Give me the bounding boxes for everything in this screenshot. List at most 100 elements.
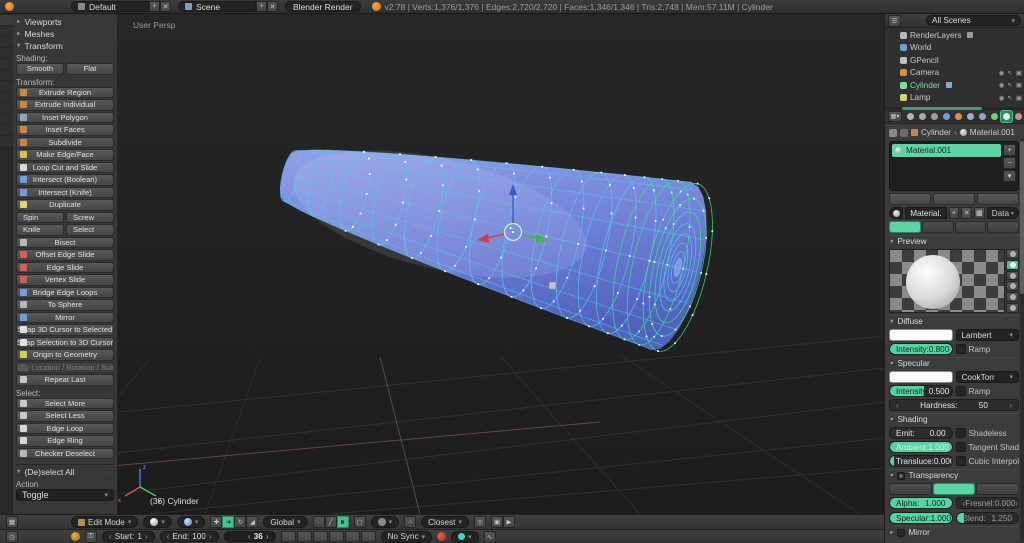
- lock-icon[interactable]: ⚿: [85, 530, 97, 543]
- properties-scrollbar[interactable]: [1020, 139, 1024, 541]
- panel-viewports[interactable]: Viewports: [16, 16, 114, 28]
- specular-shader-dropdown[interactable]: CookTorr: [955, 371, 1019, 383]
- alpha-slider[interactable]: Alpha: 1.000: [889, 497, 953, 509]
- outliner-item-lamp[interactable]: Lamp ◉ ↖ ▣: [887, 92, 1022, 105]
- tool-make-edge-face[interactable]: Make Edge/Face: [16, 149, 114, 161]
- tool-select-less[interactable]: Select Less: [16, 410, 114, 422]
- material-slot-item[interactable]: Material.001: [892, 144, 1001, 157]
- render-engine-dropdown[interactable]: Blender Render: [285, 1, 361, 12]
- tool-apply-transforms[interactable]: Apply Location / Rotation / Scale: [16, 361, 114, 373]
- material-browse-dropdown[interactable]: [889, 207, 904, 219]
- shelf-tab-options[interactable]: [0, 48, 13, 58]
- outliner-item-renderlayers[interactable]: RenderLayers ◉↖▣: [887, 29, 1022, 42]
- end-frame-field[interactable]: End:100: [159, 531, 219, 542]
- play-reverse-button[interactable]: [312, 531, 328, 542]
- tool-extrude-individual[interactable]: Extrude Individual: [16, 99, 114, 111]
- manipulator-translate-button[interactable]: ➜: [222, 516, 235, 528]
- tool-snap-selection-to-cursor[interactable]: Snap Selection to 3D Cursor: [16, 336, 114, 348]
- shelf-tab-import-export[interactable]: [0, 114, 13, 124]
- props-tab-material[interactable]: [1000, 110, 1013, 123]
- transparency-tab-mask[interactable]: [889, 483, 932, 495]
- tool-extrude-region[interactable]: Extrude Region: [16, 86, 114, 98]
- shelf-tab-measureit[interactable]: [0, 70, 13, 80]
- current-frame-field[interactable]: 36: [223, 531, 276, 542]
- outliner-item-gpencil[interactable]: GPencil ◉↖▣: [887, 54, 1022, 67]
- props-tab-scene[interactable]: [929, 111, 940, 122]
- opengl-render-button[interactable]: ▣: [490, 516, 503, 528]
- preview-world-button[interactable]: [1006, 303, 1019, 313]
- shelf-tab-animation[interactable]: [0, 103, 13, 113]
- fresnel-field[interactable]: Fresnel:0.000: [955, 497, 1019, 509]
- tool-offset-edge-slide[interactable]: Offset Edge Slide: [16, 249, 114, 261]
- props-tab-modifiers[interactable]: [977, 111, 988, 122]
- mode-dropdown[interactable]: Edit Mode: [71, 516, 139, 528]
- cylinder-mesh-object[interactable]: [276, 126, 726, 358]
- edge-select-button[interactable]: ╱: [324, 516, 337, 528]
- tool-select[interactable]: Select: [66, 224, 114, 236]
- specular-intensity-slider[interactable]: Intensity: 0.500: [889, 385, 953, 397]
- tool-edge-ring[interactable]: Edge Ring: [16, 435, 114, 447]
- shading-slider[interactable]: Ambient: 1.000: [889, 441, 953, 453]
- type-tab-halo[interactable]: [987, 221, 1019, 233]
- panel-transform-header[interactable]: Transform: [16, 40, 114, 52]
- occlude-geometry-button[interactable]: ▢: [353, 516, 366, 528]
- props-tab-object[interactable]: [953, 111, 964, 122]
- delete-layout-button[interactable]: ✕: [160, 1, 171, 12]
- keyframe-type-icon[interactable]: ∿: [483, 530, 496, 543]
- snap-target-button[interactable]: ◎: [473, 516, 486, 528]
- prev-keyframe-button[interactable]: [296, 531, 312, 542]
- delete-scene-button[interactable]: ✕: [267, 1, 278, 12]
- transparency-enable-checkbox[interactable]: [897, 471, 906, 480]
- tool-bisect[interactable]: Bisect: [16, 236, 114, 248]
- shading-panel-header[interactable]: Shading: [889, 413, 1019, 425]
- type-tab-volume[interactable]: [954, 221, 987, 233]
- tool-inset-faces[interactable]: Inset Faces: [16, 124, 114, 136]
- add-layout-button[interactable]: +: [149, 1, 160, 12]
- fake-user-button[interactable]: ▩: [974, 207, 985, 219]
- record-button[interactable]: [437, 532, 447, 541]
- tool-screw[interactable]: Screw: [66, 211, 114, 223]
- deselect-button[interactable]: [977, 193, 1019, 205]
- orientation-dropdown[interactable]: Global: [263, 516, 308, 528]
- tool-inset-polygon[interactable]: Inset Polygon: [16, 111, 114, 123]
- shelf-tab-oscurart-tools[interactable]: [0, 125, 13, 135]
- viewport-shading-dropdown[interactable]: [143, 516, 172, 528]
- unlink-material-button[interactable]: ✕: [961, 207, 972, 219]
- restriction-toggles[interactable]: ◉ ↖ ▣: [999, 69, 1022, 77]
- properties-editor-type-dropdown[interactable]: ▦▾: [888, 111, 902, 122]
- manipulator-rotate-button[interactable]: ↻: [234, 516, 247, 528]
- tool-knife[interactable]: Knife: [16, 224, 64, 236]
- props-tab-world[interactable]: [941, 111, 952, 122]
- specular-color-swatch[interactable]: [889, 371, 953, 383]
- tool-select-more[interactable]: Select More: [16, 397, 114, 409]
- pin-icon[interactable]: [889, 128, 897, 137]
- breadcrumb-object[interactable]: Cylinder: [911, 128, 951, 137]
- outliner-scrollbar[interactable]: [885, 107, 1024, 110]
- snap-element-dropdown[interactable]: Closest: [421, 516, 469, 528]
- tool-edge-slide[interactable]: Edge Slide: [16, 261, 114, 273]
- manipulator-axis-icon[interactable]: ✚: [210, 516, 223, 528]
- outliner-item-cylinder[interactable]: Cylinder ◉ ↖ ▣: [887, 79, 1022, 92]
- transparency-tab-raytrace[interactable]: [976, 483, 1020, 495]
- selected-face-handle[interactable]: [548, 281, 557, 290]
- tool-intersect-knife[interactable]: Intersect (Knife): [16, 186, 114, 198]
- type-tab-wire[interactable]: [921, 221, 954, 233]
- shelf-tab-shading-uv[interactable]: [0, 37, 13, 47]
- outliner-item-camera[interactable]: Camera ◉ ↖ ▣: [887, 67, 1022, 80]
- add-material-slot-button[interactable]: +: [1003, 144, 1016, 156]
- keying-set-dropdown[interactable]: [451, 530, 479, 543]
- tool-edge-loop[interactable]: Edge Loop: [16, 422, 114, 434]
- outliner-editor-type-dropdown[interactable]: ☰: [888, 14, 901, 27]
- preview-monkey-button[interactable]: [1006, 281, 1019, 292]
- action-dropdown[interactable]: Toggle: [16, 489, 114, 501]
- tool-loop-cut-slide[interactable]: Loop Cut and Slide: [16, 161, 114, 173]
- panel-deselect-all-header[interactable]: (De)select All: [16, 466, 114, 478]
- proportional-edit-dropdown[interactable]: [370, 516, 400, 528]
- manipulator-scale-button[interactable]: ◢: [246, 516, 259, 528]
- shelf-tab-grease-pencil[interactable]: [0, 59, 13, 69]
- editor-type-dropdown[interactable]: ▦: [6, 516, 18, 528]
- blender-app-icon[interactable]: [5, 2, 14, 11]
- specular-panel-header[interactable]: Specular: [889, 357, 1019, 369]
- add-scene-button[interactable]: +: [256, 1, 267, 12]
- screen-layout-dropdown[interactable]: Default: [71, 1, 149, 12]
